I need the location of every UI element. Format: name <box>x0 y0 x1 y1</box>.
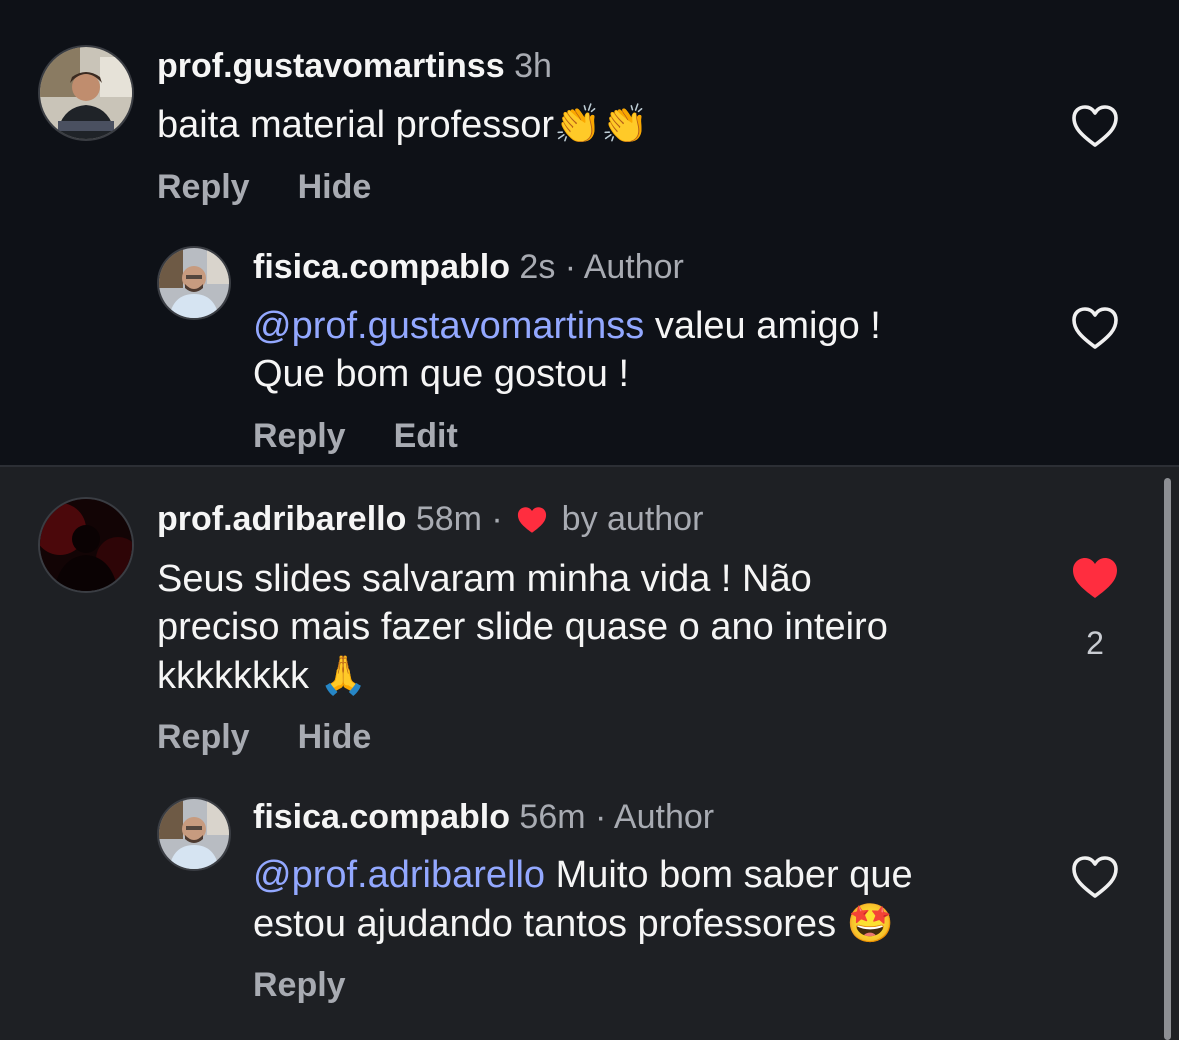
avatar[interactable] <box>157 246 231 320</box>
like-button[interactable] <box>1070 103 1120 149</box>
username[interactable]: prof.adribarello <box>157 500 406 538</box>
author-tag: Author <box>613 798 715 836</box>
username[interactable]: prof.gustavomartinss <box>157 47 505 85</box>
avatar[interactable] <box>38 497 134 593</box>
separator-dot: · <box>595 798 607 836</box>
mention-link[interactable]: @prof.adribarello <box>253 854 545 896</box>
comment-text: Seus slides salvaram minha vida ! Não pr… <box>157 555 1037 700</box>
comment-body: Muito bom saber que <box>545 854 913 896</box>
comment-actions: Reply Hide <box>157 717 371 757</box>
comment-actions: Reply Hide <box>157 167 371 207</box>
scrollbar[interactable] <box>1164 478 1171 1040</box>
liked-by-author-label: by author <box>561 500 704 538</box>
comment-line: Que bom que gostou ! <box>253 353 630 395</box>
heart-outline-icon <box>1072 307 1118 349</box>
heart-outline-icon <box>1072 105 1118 147</box>
hide-button[interactable]: Hide <box>298 718 372 756</box>
edit-button[interactable]: Edit <box>394 417 458 455</box>
like-button[interactable] <box>1070 555 1120 601</box>
reply-button[interactable]: Reply <box>253 966 346 1004</box>
comment-text: baita material professor👏👏 <box>157 100 1037 149</box>
star-struck-emoji: 🤩 <box>846 901 894 945</box>
comment-time: 56m <box>519 798 586 836</box>
comment-line: preciso mais fazer slide quase o ano int… <box>157 606 888 648</box>
comment-line: @prof.adribarello Muito bom saber que <box>253 851 1043 899</box>
mention-link[interactable]: @prof.gustavomartinss <box>253 305 644 347</box>
reply-button[interactable]: Reply <box>253 417 346 455</box>
comment-line: kkkkkkkk 🙏 <box>157 651 1037 700</box>
hide-button[interactable]: Hide <box>298 168 372 206</box>
comment-line: Seus slides salvaram minha vida ! Não <box>157 558 812 600</box>
comment-line: estou ajudando tantos professores 🤩 <box>253 899 1043 948</box>
reply-button[interactable]: Reply <box>157 168 250 206</box>
folded-hands-emoji: 🙏 <box>319 653 367 697</box>
comments-screen: prof.gustavomartinss 3h baita material p… <box>0 0 1179 1040</box>
author-tag: Author <box>583 248 684 286</box>
comment-header: fisica.compablo 2s · Author <box>253 247 684 287</box>
comment-time: 3h <box>514 47 552 85</box>
comment-body: valeu amigo ! <box>644 305 881 347</box>
heart-filled-icon <box>1073 558 1117 598</box>
comment-body: baita material professor <box>157 104 555 146</box>
comment-time: 2s <box>519 248 556 286</box>
comment-line: @prof.gustavomartinss valeu amigo ! <box>253 302 1043 350</box>
comment-header: prof.adribarello 58m · by author <box>157 499 703 544</box>
separator-dot: · <box>564 248 577 286</box>
comment-header: fisica.compablo 56m · Author <box>253 797 714 837</box>
like-count[interactable]: 2 <box>1070 625 1120 662</box>
username[interactable]: fisica.compablo <box>253 248 510 286</box>
comment-header: prof.gustavomartinss 3h <box>157 46 552 86</box>
avatar[interactable] <box>38 45 134 141</box>
comment-body: estou ajudando tantos professores <box>253 903 837 945</box>
comment-text: @prof.adribarello Muito bom saber que es… <box>253 851 1043 948</box>
clapping-hands-emoji: 👏👏 <box>554 102 649 146</box>
comment-text: @prof.gustavomartinss valeu amigo ! Que … <box>253 302 1043 398</box>
like-button[interactable] <box>1070 854 1120 900</box>
separator-dot: · <box>491 500 503 538</box>
comment-time: 58m <box>415 500 482 538</box>
like-button[interactable] <box>1070 305 1120 351</box>
small-heart-icon <box>516 504 548 544</box>
username[interactable]: fisica.compablo <box>253 798 510 836</box>
heart-outline-icon <box>1072 856 1118 898</box>
avatar[interactable] <box>157 797 231 871</box>
comment-actions: Reply Edit <box>253 416 458 456</box>
reply-button[interactable]: Reply <box>157 718 250 756</box>
comment-actions: Reply <box>253 965 346 1005</box>
comment-body: kkkkkkkk <box>157 655 309 697</box>
